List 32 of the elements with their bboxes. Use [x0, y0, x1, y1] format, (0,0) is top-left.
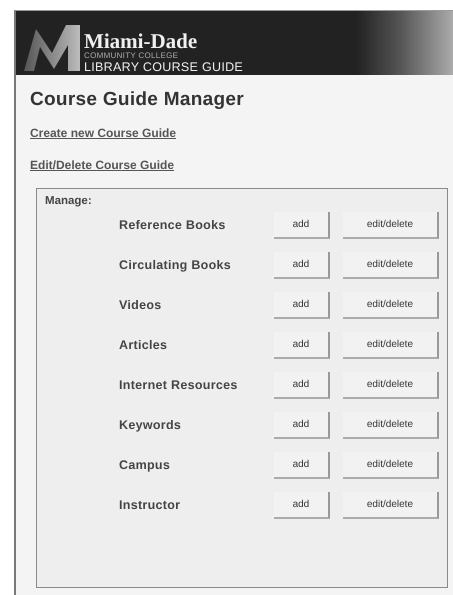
edit-delete-button[interactable]: edit/delete	[342, 452, 440, 478]
edit-delete-button[interactable]: edit/delete	[342, 372, 440, 398]
edit-delete-button[interactable]: edit/delete	[342, 212, 440, 238]
page-heading: Course Guide Manager	[30, 89, 245, 111]
edit-delete-button[interactable]: edit/delete	[342, 332, 440, 358]
add-button[interactable]: add	[274, 332, 330, 358]
resource-label: Videos	[119, 298, 163, 312]
add-button[interactable]: add	[274, 492, 330, 518]
add-button[interactable]: add	[274, 372, 330, 398]
add-button[interactable]: add	[274, 452, 330, 478]
edit-delete-button[interactable]: edit/delete	[342, 492, 440, 518]
nav-link[interactable]: Create new Course Guide	[30, 126, 176, 140]
resource-label: Campus	[119, 458, 172, 472]
add-button[interactable]: add	[274, 252, 330, 278]
resource-label: Articles	[119, 338, 168, 352]
resource-label: Circulating Books	[119, 258, 232, 272]
edit-delete-button[interactable]: edit/delete	[342, 412, 440, 438]
edit-delete-button[interactable]: edit/delete	[342, 252, 440, 278]
college-name: Miami-Dade	[84, 30, 198, 52]
resource-label: Reference Books	[119, 218, 227, 232]
manage-label: Manage:	[45, 195, 93, 207]
logo-icon	[22, 23, 82, 73]
site-title: LIBRARY COURSE GUIDE	[84, 60, 244, 73]
resource-label: Internet Resources	[119, 378, 239, 392]
college-subtitle: COMMUNITY COLLEGE	[84, 52, 180, 60]
nav-link[interactable]: Edit/Delete Course Guide	[30, 158, 174, 172]
add-button[interactable]: add	[274, 412, 330, 438]
edit-delete-button[interactable]: edit/delete	[342, 292, 440, 318]
resource-label: Keywords	[119, 418, 182, 432]
resource-label: Instructor	[119, 498, 182, 512]
add-button[interactable]: add	[274, 292, 330, 318]
add-button[interactable]: add	[274, 212, 330, 238]
